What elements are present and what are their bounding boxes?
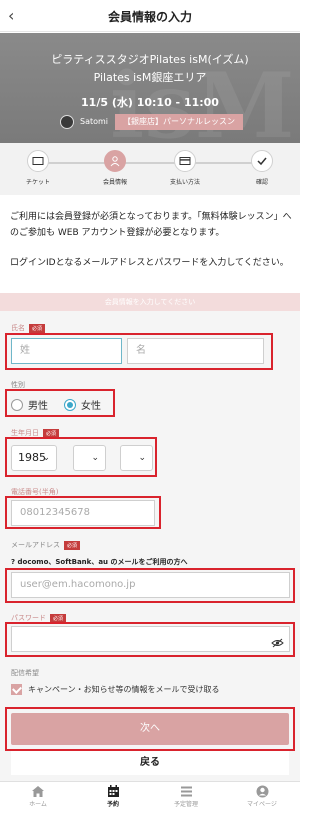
tab-reserve[interactable]: 予約 xyxy=(83,785,143,808)
intro-text-login: ログインIDとなるメールアドレスとパスワードを入力してください。 xyxy=(10,258,289,268)
step-ticket: チケット xyxy=(8,150,68,186)
radio-female[interactable]: 女性 xyxy=(64,397,101,412)
birth-month-select[interactable]: ⌄ xyxy=(73,445,106,471)
tab-home[interactable]: ホーム xyxy=(8,785,68,808)
step-label: チケット xyxy=(25,179,50,186)
checkbox-checked[interactable] xyxy=(11,684,22,695)
step-label: 会員情報 xyxy=(102,179,127,186)
tab-mypage[interactable]: マイページ xyxy=(232,785,292,808)
lesson-hero: isM ピラティススタジオPilates isM(イズム) Pilates is… xyxy=(0,33,300,143)
instructor-avatar xyxy=(60,115,74,129)
name-label: 氏名 必須 xyxy=(11,323,46,333)
password-input[interactable] xyxy=(11,626,290,652)
tab-bar: ホーム 予約 予定管理 マイページ xyxy=(0,781,300,814)
phone-input[interactable]: 08012345678 xyxy=(11,500,155,526)
radio-label-female: 女性 xyxy=(81,401,101,412)
step-confirm: 確認 xyxy=(232,150,292,186)
email-input[interactable]: user@em.hacomono.jp xyxy=(11,572,290,598)
radio-label-male: 男性 xyxy=(28,401,48,412)
birth-year-select[interactable]: 1985 ⌄ xyxy=(11,445,57,471)
tab-label: 予定管理 xyxy=(173,801,198,808)
chevron-down-icon: ⌄ xyxy=(91,453,99,463)
newsletter-label: 配信希望 xyxy=(11,669,39,677)
email-label: メールアドレス 必須 xyxy=(11,540,81,550)
tab-schedule[interactable]: 予定管理 xyxy=(156,785,216,808)
lesson-tag: 【銀座店】パーソナルレッスン xyxy=(115,114,243,130)
page-title: 会員情報の入力 xyxy=(107,10,192,24)
credit-card-icon xyxy=(174,150,196,172)
eye-off-icon[interactable] xyxy=(271,633,294,652)
instructor-name: Satomi xyxy=(80,117,109,126)
chevron-down-icon: ⌄ xyxy=(138,453,146,463)
newsletter-checkbox-label: キャンペーン・お知らせ等の情報をメールで受け取る xyxy=(28,685,220,694)
tab-label: マイページ xyxy=(247,801,277,808)
chevron-down-icon: ⌄ xyxy=(42,453,50,463)
studio-name: ピラティススタジオPilates isM(イズム) xyxy=(51,53,249,66)
calendar-icon xyxy=(83,785,143,798)
tab-label: ホーム xyxy=(29,801,47,808)
first-name-input[interactable]: 名 xyxy=(127,338,264,364)
section-title: 会員情報を入力してください xyxy=(0,293,300,311)
profile-icon xyxy=(232,785,292,798)
intro-text: ご利用には会員登録が必須となっております。「無料体験レッスン」へのご参加も WE… xyxy=(10,212,292,238)
required-badge: 必須 xyxy=(29,323,46,333)
radio-dot-selected[interactable] xyxy=(64,398,76,411)
back-button[interactable]: 戻る xyxy=(11,751,289,775)
step-label: 支払い方法 xyxy=(169,179,200,186)
last-name-input[interactable]: 姓 xyxy=(11,338,122,364)
check-icon xyxy=(251,150,273,172)
app-header: ‹ 会員情報の入力 xyxy=(0,0,300,32)
area-name: Pilates isM銀座エリア xyxy=(93,71,207,84)
lesson-datetime: 11/5 (水) 10:10 - 11:00 xyxy=(81,96,219,109)
list-icon xyxy=(156,785,216,798)
birth-day-select[interactable]: ⌄ xyxy=(120,445,153,471)
required-badge: 必須 xyxy=(64,540,81,550)
steps-line xyxy=(38,162,262,164)
step-member-info: 会員情報 xyxy=(85,150,145,186)
next-button[interactable]: 次へ xyxy=(11,713,289,745)
home-icon xyxy=(8,785,68,798)
tab-label: 予約 xyxy=(106,801,119,808)
radio-male[interactable]: 男性 xyxy=(11,397,48,412)
progress-steps: チケット 会員情報 支払い方法 確認 xyxy=(0,143,300,195)
newsletter-checkbox[interactable]: キャンペーン・お知らせ等の情報をメールで受け取る xyxy=(11,684,219,695)
user-icon xyxy=(104,150,126,172)
ticket-icon xyxy=(27,150,49,172)
radio-dot[interactable] xyxy=(11,398,23,411)
step-label: 確認 xyxy=(255,179,268,186)
step-payment: 支払い方法 xyxy=(155,150,215,186)
email-note[interactable]: ? docomo、SoftBank、au のメールをご利用の方へ xyxy=(11,557,187,567)
